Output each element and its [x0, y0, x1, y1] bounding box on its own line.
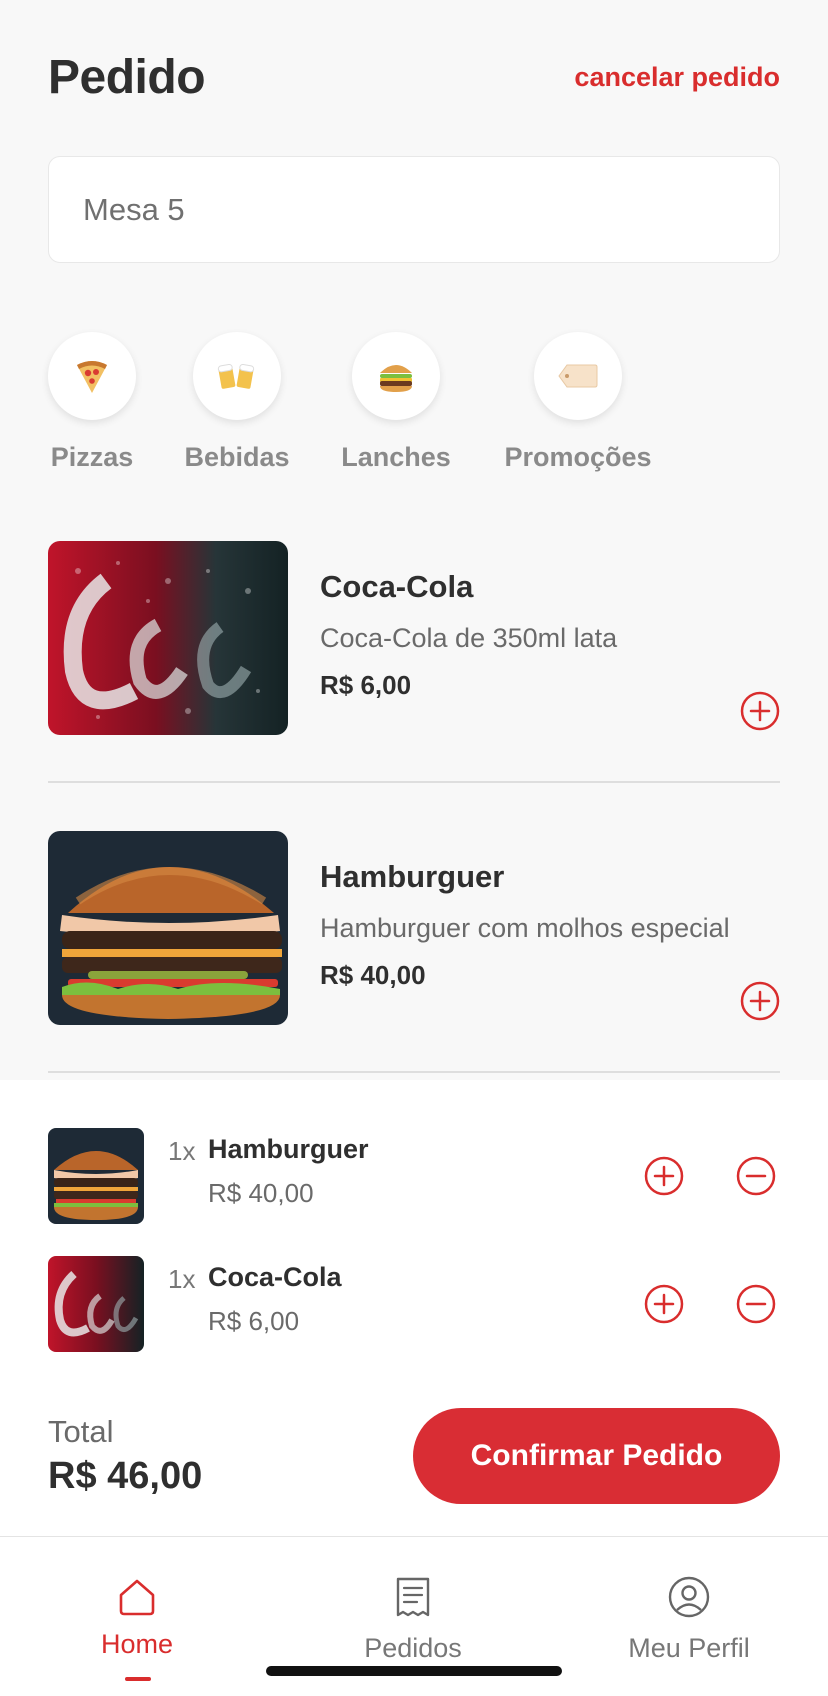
nav-label: Pedidos: [364, 1633, 462, 1663]
category-list: Pizzas Bebidas Lanches Promoções: [0, 332, 828, 472]
receipt-icon: [396, 1577, 430, 1617]
order-screen: Pedido cancelar pedido Mesa 5 Pizzas Beb…: [0, 0, 828, 1696]
coca-cola-can-image: [48, 541, 288, 735]
category-bebidas[interactable]: Bebidas: [184, 332, 290, 473]
category-label: Bebidas: [184, 442, 290, 472]
product-card-hamburguer[interactable]: Hamburguer Hamburguer com molhos especia…: [48, 831, 780, 1025]
product-price: R$ 40,00: [320, 960, 426, 990]
category-label: Promoções: [504, 442, 652, 472]
burger-icon: [352, 332, 440, 420]
decrease-quantity-icon[interactable]: [736, 1284, 776, 1324]
active-tab-indicator: [125, 1677, 151, 1681]
product-description: Hamburguer com molhos especial: [320, 913, 730, 943]
product-name: Coca-Cola: [320, 569, 474, 604]
divider: [48, 781, 780, 783]
cart-item-coca-cola: 1x Coca-Cola R$ 6,00: [48, 1256, 780, 1352]
table-field[interactable]: Mesa 5: [48, 156, 780, 263]
add-circle-icon[interactable]: [740, 691, 780, 731]
cart-item-name: Coca-Cola: [208, 1262, 342, 1292]
category-lanches[interactable]: Lanches: [341, 332, 451, 473]
nav-label: Home: [100, 1629, 174, 1659]
category-label: Pizzas: [50, 442, 134, 472]
cart-item-quantity: 1x: [168, 1264, 196, 1294]
product-name: Hamburguer: [320, 859, 505, 894]
cart-item-quantity: 1x: [168, 1136, 196, 1166]
hamburger-image: [48, 831, 288, 1025]
product-price: R$ 6,00: [320, 670, 412, 700]
increase-quantity-icon[interactable]: [644, 1156, 684, 1196]
header: Pedido cancelar pedido: [48, 50, 780, 105]
product-card-coca-cola[interactable]: Coca-Cola Coca-Cola de 350ml lata R$ 6,0…: [48, 541, 780, 735]
coca-cola-thumbnail: [48, 1256, 144, 1352]
home-icon: [119, 1579, 155, 1616]
nav-item-home[interactable]: Home: [27, 1575, 247, 1660]
user-circle-icon: [668, 1576, 710, 1618]
cart-item-name: Hamburguer: [208, 1134, 369, 1164]
cart-item-price: R$ 6,00: [208, 1306, 300, 1336]
page-title: Pedido: [48, 51, 206, 104]
divider: [48, 1071, 780, 1073]
total-value: R$ 46,00: [48, 1455, 203, 1497]
cart-item-price: R$ 40,00: [208, 1178, 314, 1208]
product-info: Hamburguer Hamburguer com molhos especia…: [320, 859, 780, 991]
category-promocoes[interactable]: Promoções: [504, 332, 652, 473]
product-info: Coca-Cola Coca-Cola de 350ml lata R$ 6,0…: [320, 569, 780, 701]
add-circle-icon[interactable]: [740, 981, 780, 1021]
cart-item-hamburguer: 1x Hamburguer R$ 40,00: [48, 1128, 780, 1224]
decrease-quantity-icon[interactable]: [736, 1156, 776, 1196]
cancel-order-link[interactable]: cancelar pedido: [574, 62, 780, 93]
nav-label: Meu Perfil: [628, 1633, 750, 1663]
beer-mugs-icon: [193, 332, 281, 420]
hamburger-thumbnail: [48, 1128, 144, 1224]
tag-icon: [534, 332, 622, 420]
nav-item-pedidos[interactable]: Pedidos: [303, 1575, 523, 1664]
confirm-order-button[interactable]: Confirmar Pedido: [413, 1408, 780, 1504]
nav-item-meu-perfil[interactable]: Meu Perfil: [579, 1575, 799, 1664]
pizza-icon: [48, 332, 136, 420]
category-pizzas[interactable]: Pizzas: [48, 332, 136, 473]
home-indicator-bar: [266, 1666, 562, 1676]
product-description: Coca-Cola de 350ml lata: [320, 623, 618, 653]
category-label: Lanches: [341, 442, 451, 472]
increase-quantity-icon[interactable]: [644, 1284, 684, 1324]
total-label: Total: [48, 1414, 114, 1449]
